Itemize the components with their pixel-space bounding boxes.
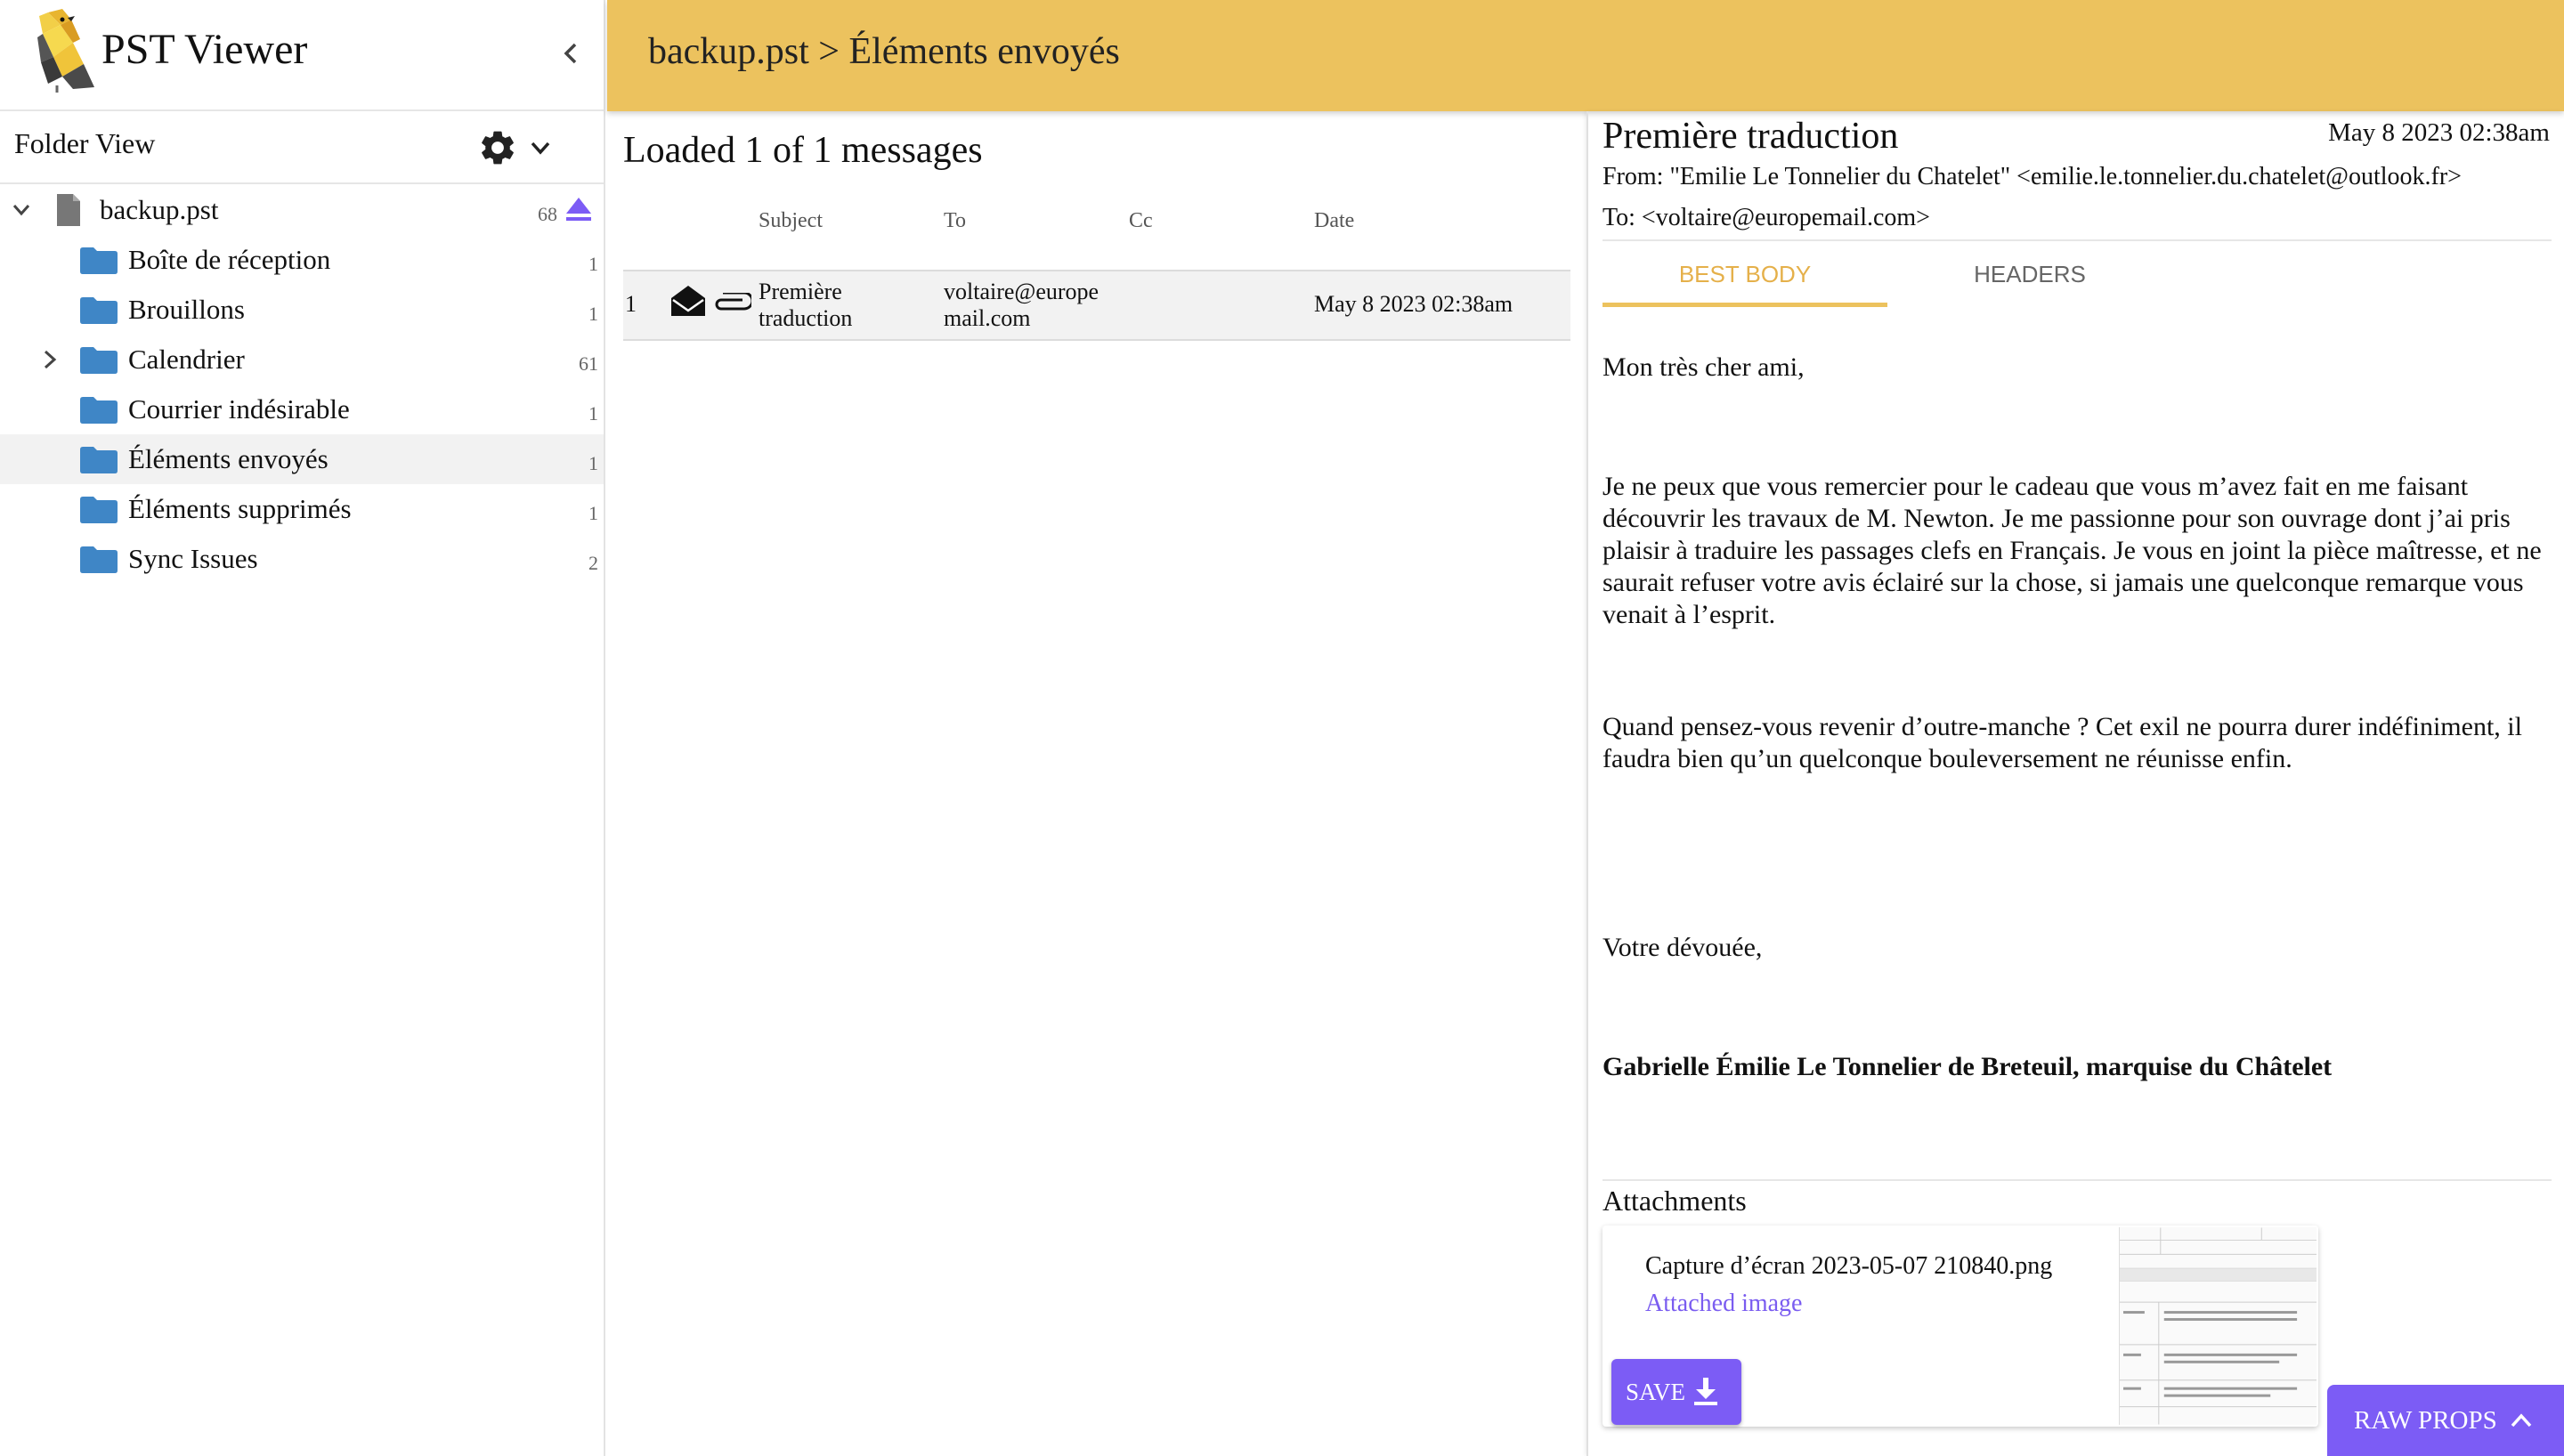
- row-subject: Première traduction: [759, 279, 852, 332]
- body-paragraph: Je ne peux que vous remercier pour le ca…: [1602, 472, 2542, 629]
- column-header-date[interactable]: Date: [1314, 209, 1354, 233]
- row-to-line: mail.com: [944, 305, 1031, 331]
- message-to: To: <voltaire@europemail.com>: [1602, 204, 1930, 231]
- tree-item-count: 68: [538, 203, 557, 225]
- attachments-title: Attachments: [1602, 1185, 1747, 1217]
- tree-item-label: Calendrier: [128, 344, 245, 375]
- tree-item-root[interactable]: backup.pst 68: [0, 185, 604, 235]
- top-bar: backup.pst > Éléments envoyés: [607, 0, 2564, 111]
- chevron-up-icon: [2511, 1413, 2532, 1428]
- raw-props-button[interactable]: RAW PROPS: [2327, 1385, 2564, 1456]
- divider: [1602, 239, 2552, 241]
- attachment-type-link[interactable]: Attached image: [1645, 1290, 1802, 1318]
- folder-icon: [80, 497, 118, 523]
- message-from: From: "Emilie Le Tonnelier du Chatelet" …: [1602, 163, 2462, 190]
- tree-item-count: 1: [588, 452, 598, 474]
- folder-icon: [80, 546, 118, 573]
- message-date: May 8 2023 02:38am: [2328, 118, 2550, 147]
- tree-item-label: Éléments supprimés: [128, 493, 352, 524]
- tab-headers[interactable]: HEADERS: [1887, 245, 2172, 307]
- tree-item-folder[interactable]: Brouillons 1: [0, 285, 604, 335]
- tree-item-label: Boîte de réception: [128, 244, 331, 275]
- brand-bar: PST Viewer: [0, 0, 604, 111]
- folder-icon: [80, 347, 118, 374]
- divider: [1602, 1179, 2552, 1181]
- tab-best-body[interactable]: BEST BODY: [1602, 245, 1887, 307]
- tree-item-label: Éléments envoyés: [128, 443, 329, 474]
- tree-item-folder[interactable]: Courrier indésirable 1: [0, 384, 604, 434]
- attachment-card: Capture d’écran 2023-05-07 210840.png At…: [1602, 1225, 2318, 1427]
- folder-view-header: Folder View: [0, 111, 604, 184]
- file-icon: [57, 194, 80, 226]
- tree-item-label: Brouillons: [128, 294, 245, 325]
- attachment-name: Capture d’écran 2023-05-07 210840.png: [1645, 1252, 2053, 1280]
- tree-item-folder[interactable]: Sync Issues 2: [0, 534, 604, 584]
- gear-icon[interactable]: [477, 127, 518, 168]
- tree-item-folder[interactable]: Boîte de réception 1: [0, 235, 604, 285]
- row-subject-line: traduction: [759, 305, 853, 331]
- tree-item-label: backup.pst: [100, 194, 219, 225]
- folder-icon: [80, 447, 118, 473]
- paperclip-icon: [715, 293, 751, 311]
- folder-icon: [80, 247, 118, 274]
- message-list: Loaded 1 of 1 messages Subject To Cc Dat…: [607, 111, 1586, 1456]
- tree-item-folder[interactable]: Éléments supprimés 1: [0, 484, 604, 534]
- save-button-label: SAVE: [1626, 1379, 1686, 1405]
- save-button[interactable]: SAVE: [1611, 1359, 1741, 1425]
- row-to-line: voltaire@europe: [944, 279, 1099, 304]
- row-to: voltaire@europe mail.com: [944, 279, 1099, 332]
- folder-icon: [80, 397, 118, 424]
- tree-item-folder-selected[interactable]: Éléments envoyés 1: [0, 434, 604, 484]
- body-signature: Gabrielle Émilie Le Tonnelier de Breteui…: [1602, 1052, 2333, 1081]
- breadcrumb: backup.pst > Éléments envoyés: [648, 31, 1120, 72]
- eject-icon[interactable]: [564, 196, 593, 222]
- column-header-to[interactable]: To: [944, 209, 966, 233]
- raw-props-label: RAW PROPS: [2354, 1406, 2497, 1435]
- load-status: Loaded 1 of 1 messages: [623, 130, 983, 171]
- tree-item-count: 61: [579, 352, 598, 375]
- chevron-right-icon[interactable]: [37, 347, 62, 372]
- message-row[interactable]: 1 Première traduction voltaire@europe ma…: [623, 270, 1570, 341]
- column-header-subject[interactable]: Subject: [759, 209, 823, 233]
- tree-item-count: 1: [588, 303, 598, 325]
- body-paragraph: Quand pensez-vous revenir d’outre-manche…: [1602, 712, 2522, 773]
- column-header-cc[interactable]: Cc: [1129, 209, 1153, 233]
- chevron-down-icon[interactable]: [525, 133, 556, 163]
- tree-item-folder[interactable]: Calendrier 61: [0, 335, 604, 384]
- tree-item-count: 2: [588, 552, 598, 574]
- tree-item-count: 1: [588, 502, 598, 524]
- row-index: 1: [625, 291, 637, 317]
- tree-item-count: 1: [588, 402, 598, 425]
- row-subject-line: Première: [759, 279, 842, 304]
- body-greeting: Mon très cher ami,: [1602, 352, 1805, 382]
- body-closing: Votre dévouée,: [1602, 933, 1763, 962]
- tree-item-label: Sync Issues: [128, 543, 258, 574]
- tree-item-count: 1: [588, 253, 598, 275]
- attachment-thumbnail[interactable]: [2119, 1227, 2317, 1425]
- message-subject: Première traduction: [1602, 116, 1899, 157]
- envelope-open-icon: [671, 286, 705, 316]
- reading-pane: Première traduction May 8 2023 02:38am F…: [1586, 111, 2564, 1456]
- folder-icon: [80, 297, 118, 324]
- row-date: May 8 2023 02:38am: [1314, 291, 1513, 317]
- app-title: PST Viewer: [101, 26, 308, 73]
- download-icon: [1694, 1378, 1717, 1405]
- tree-item-label: Courrier indésirable: [128, 393, 350, 425]
- folder-view-label: Folder View: [14, 127, 156, 159]
- chevron-left-icon[interactable]: [554, 36, 586, 71]
- chevron-down-icon[interactable]: [9, 198, 34, 222]
- sidebar: PST Viewer Folder View backup.pst 68 Boî…: [0, 0, 605, 1456]
- logo-bird-icon: [37, 9, 94, 93]
